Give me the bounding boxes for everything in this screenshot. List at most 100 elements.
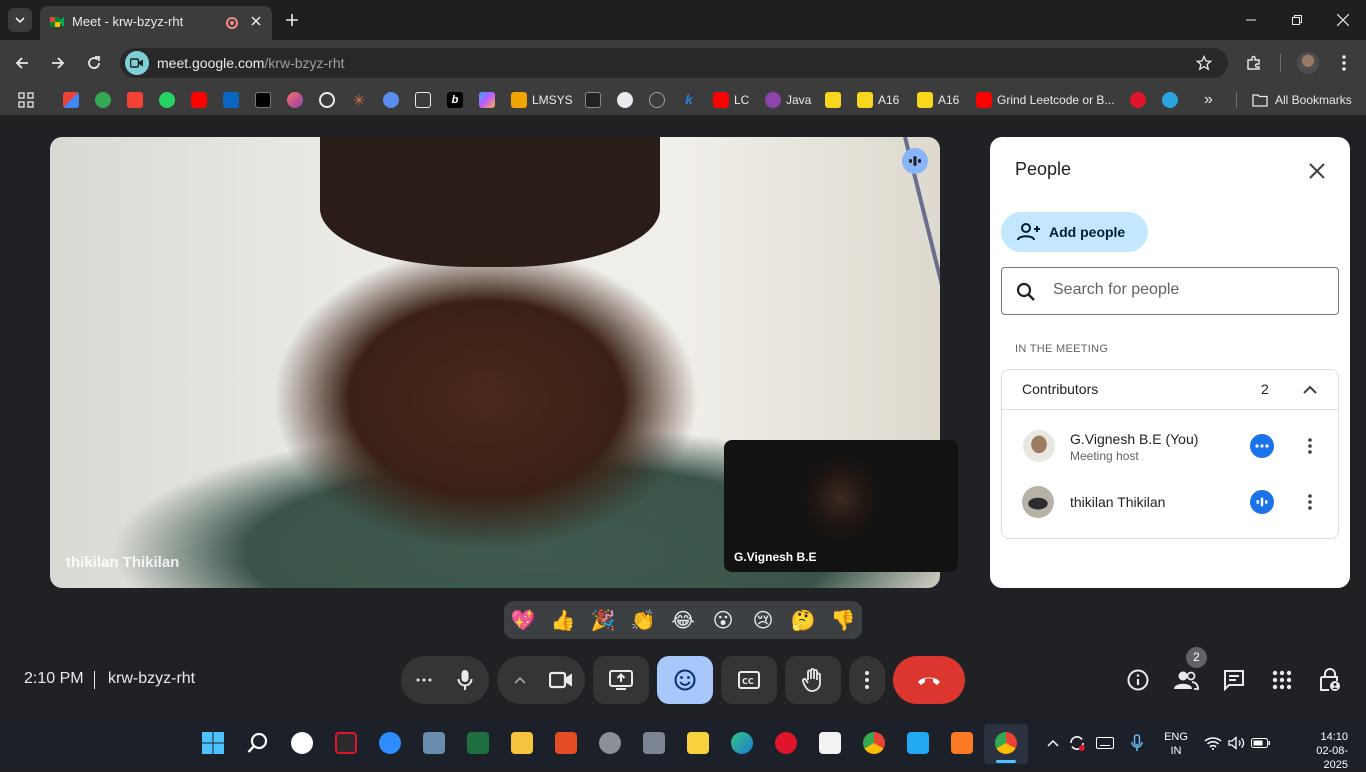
- bookmark-java[interactable]: Java: [765, 92, 811, 108]
- tab-search-button[interactable]: [8, 8, 32, 32]
- file-explorer-icon[interactable]: [509, 730, 535, 756]
- reaction-clap[interactable]: 👏: [629, 606, 657, 634]
- minimize-button[interactable]: [1228, 0, 1274, 40]
- chevron-up-icon[interactable]: [1040, 730, 1066, 756]
- reaction-heart[interactable]: 💖: [509, 606, 537, 634]
- activities-button[interactable]: [1264, 662, 1300, 698]
- tab-close-icon[interactable]: [248, 13, 264, 29]
- reaction-thumbs-up[interactable]: 👍: [549, 606, 577, 634]
- search-icon[interactable]: [245, 730, 271, 756]
- microphone-icon[interactable]: [1124, 730, 1150, 756]
- chrome-icon[interactable]: [861, 730, 887, 756]
- openai-icon[interactable]: [319, 92, 340, 108]
- battery-icon[interactable]: [1248, 730, 1274, 756]
- reaction-laugh[interactable]: 😂: [669, 606, 697, 634]
- reactions-button[interactable]: [657, 656, 713, 704]
- close-window-button[interactable]: [1320, 0, 1366, 40]
- reaction-surprised[interactable]: 😮: [709, 606, 737, 634]
- download-icon[interactable]: [127, 92, 148, 108]
- reaction-sad[interactable]: 😢: [749, 606, 777, 634]
- bookmark-b-icon[interactable]: b: [447, 92, 468, 108]
- reaction-thumbs-down[interactable]: 👎: [829, 606, 857, 634]
- all-bookmarks[interactable]: All Bookmarks: [1252, 92, 1352, 108]
- video-settings-button[interactable]: [509, 670, 531, 690]
- grid-icon[interactable]: [415, 92, 436, 108]
- audio-settings-button[interactable]: [413, 670, 435, 690]
- chrome-profile-icon[interactable]: [993, 730, 1019, 756]
- start-icon[interactable]: [200, 730, 226, 756]
- restore-button[interactable]: [1274, 0, 1320, 40]
- zoom-icon[interactable]: [377, 730, 403, 756]
- flipkart-icon[interactable]: [825, 92, 846, 108]
- site-info-icon[interactable]: [125, 51, 149, 75]
- vscode-icon[interactable]: [905, 730, 931, 756]
- meeting-details-button[interactable]: [1120, 662, 1156, 698]
- bookmark-lc[interactable]: LC: [713, 92, 749, 108]
- bookmark-blue-icon[interactable]: [383, 92, 404, 108]
- x-icon[interactable]: [255, 92, 276, 108]
- host-controls-button[interactable]: [1312, 662, 1348, 698]
- bookmark-a16-2[interactable]: A16: [917, 92, 959, 108]
- profile-avatar[interactable]: [1297, 52, 1319, 74]
- taskbar-app-chart-icon[interactable]: [421, 730, 447, 756]
- mic-button[interactable]: [451, 666, 479, 694]
- collapse-chevron-icon[interactable]: [1300, 381, 1320, 397]
- more-options-button[interactable]: [849, 656, 885, 704]
- wifi-icon[interactable]: [1200, 730, 1226, 756]
- volume-icon[interactable]: [1224, 730, 1250, 756]
- bookmark-k-icon[interactable]: k: [681, 92, 702, 108]
- claude-icon[interactable]: ✳: [351, 92, 372, 108]
- youtube-icon[interactable]: [191, 92, 212, 108]
- chat-button[interactable]: [1216, 662, 1252, 698]
- linkedin-icon[interactable]: [223, 92, 244, 108]
- excel-icon[interactable]: [465, 730, 491, 756]
- leave-call-button[interactable]: [893, 656, 965, 704]
- reaction-thinking[interactable]: 🤔: [789, 606, 817, 634]
- edge-icon[interactable]: [729, 730, 755, 756]
- close-panel-button[interactable]: [1303, 157, 1331, 185]
- xampp-icon[interactable]: [949, 730, 975, 756]
- opera-icon[interactable]: [773, 730, 799, 756]
- bookmark-purple-icon[interactable]: [287, 92, 308, 108]
- sticky-notes-icon[interactable]: [685, 730, 711, 756]
- bookmark-star-button[interactable]: [1194, 53, 1214, 73]
- language-indicator[interactable]: ENG IN: [1160, 730, 1192, 758]
- reload-button[interactable]: [78, 47, 110, 79]
- extensions-button[interactable]: [1244, 53, 1264, 73]
- bookmark-green-icon[interactable]: [95, 92, 116, 108]
- browser-menu-button[interactable]: [1334, 53, 1354, 73]
- new-tab-button[interactable]: [282, 10, 302, 30]
- snipping-tool-icon[interactable]: [817, 730, 843, 756]
- bookmark-circle-icon[interactable]: [649, 92, 670, 108]
- keyboard-icon[interactable]: [1092, 730, 1118, 756]
- github-icon[interactable]: [617, 92, 638, 108]
- sync-icon[interactable]: [1064, 730, 1090, 756]
- browser-tab-meet[interactable]: Meet - krw-bzyz-rht: [40, 6, 272, 40]
- more-bookmarks-icon[interactable]: »: [1204, 91, 1213, 108]
- bookmark-grind-leetcode[interactable]: Grind Leetcode or B...: [976, 92, 1114, 108]
- taskbar-app-game-icon[interactable]: [641, 730, 667, 756]
- camera-button[interactable]: [545, 666, 577, 694]
- forward-button[interactable]: [42, 47, 74, 79]
- apps-icon[interactable]: [18, 92, 34, 108]
- taskbar-clock[interactable]: 14:10 02-08-2025: [1296, 730, 1348, 772]
- bookmark-dark-icon[interactable]: [585, 92, 606, 108]
- copilot-icon[interactable]: [479, 92, 500, 108]
- whatsapp-icon[interactable]: [159, 92, 180, 108]
- taskbar-app-video-icon[interactable]: [553, 730, 579, 756]
- back-button[interactable]: [6, 47, 38, 79]
- taskbar-app-copilot-icon[interactable]: [289, 730, 315, 756]
- telegram-icon[interactable]: [1162, 92, 1183, 108]
- taskbar-app-recorder-icon[interactable]: [333, 730, 359, 756]
- bookmark-a16-1[interactable]: A16: [857, 92, 899, 108]
- present-button[interactable]: [593, 656, 649, 704]
- participant-menu-button[interactable]: [1298, 490, 1322, 514]
- gmail-icon[interactable]: [63, 92, 84, 108]
- participant-menu-button[interactable]: [1298, 434, 1322, 458]
- captions-button[interactable]: CC: [721, 656, 777, 704]
- raise-hand-button[interactable]: [785, 656, 841, 704]
- opera-icon[interactable]: [1130, 92, 1151, 108]
- settings-gear-icon[interactable]: [597, 730, 623, 756]
- reaction-party[interactable]: 🎉: [589, 606, 617, 634]
- bookmark-lmsys[interactable]: LMSYS: [511, 92, 573, 108]
